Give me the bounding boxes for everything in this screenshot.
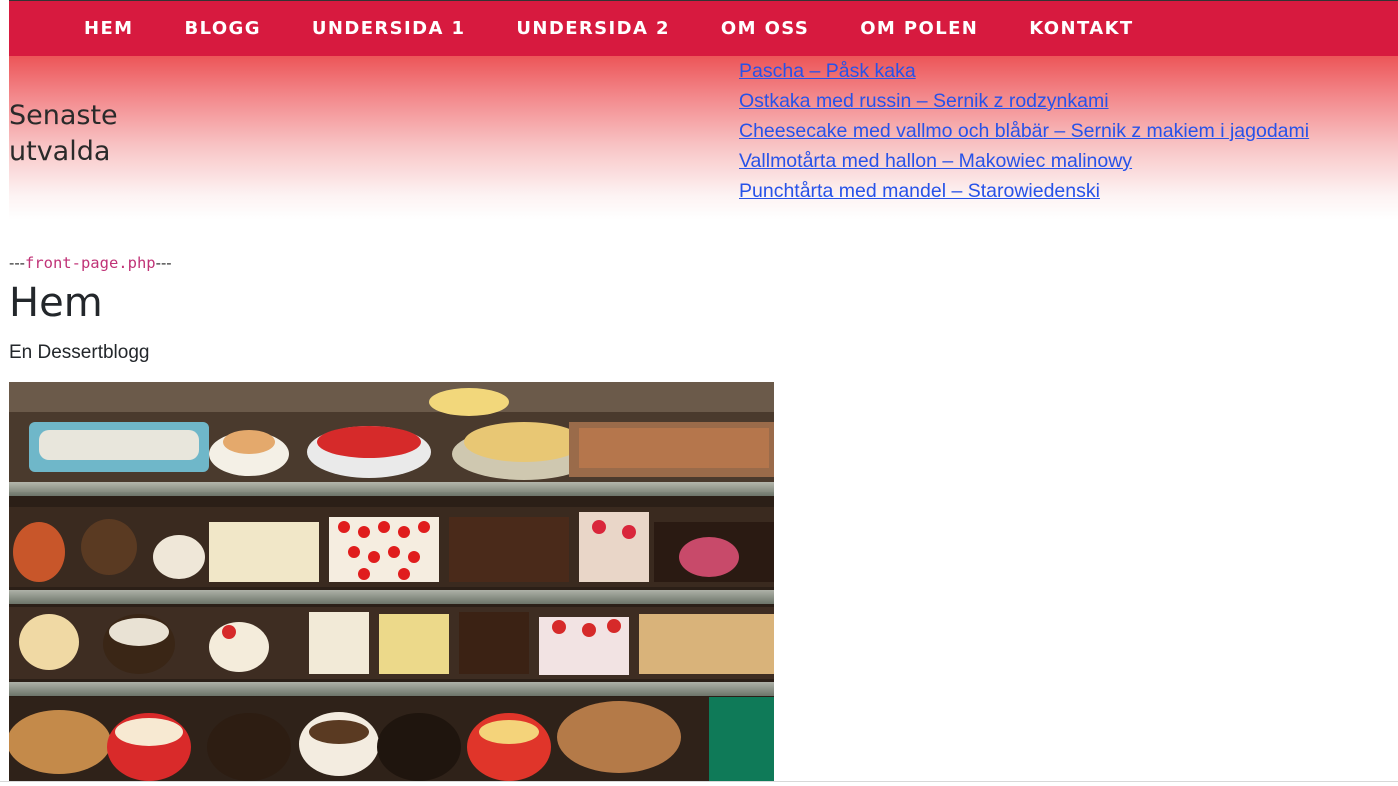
page-left-margin xyxy=(0,0,9,786)
nav-link-blogg[interactable]: BLOGG xyxy=(184,18,260,39)
nav-item-undersida-1: UNDERSIDA 1 xyxy=(312,18,466,39)
page-bottom-divider xyxy=(0,781,1398,782)
template-debug-line: ---front-page.php--- xyxy=(9,254,172,273)
featured-item: Punchtårta med mandel – Starowiedenski xyxy=(739,176,1309,206)
featured-heading: Senaste utvalda xyxy=(9,100,118,167)
nav-item-undersida-2: UNDERSIDA 2 xyxy=(516,18,670,39)
debug-prefix: --- xyxy=(9,255,25,272)
main-navigation: HEM BLOGG UNDERSIDA 1 UNDERSIDA 2 OM OSS… xyxy=(9,1,1398,56)
featured-item: Cheesecake med vallmo och blåbär – Serni… xyxy=(739,116,1309,146)
nav-link-om-oss[interactable]: OM OSS xyxy=(721,18,809,39)
nav-link-hem[interactable]: HEM xyxy=(84,18,133,39)
site-tagline: En Dessertblogg xyxy=(9,342,150,363)
nav-link-kontakt[interactable]: KONTAKT xyxy=(1029,18,1133,39)
nav-item-blogg: BLOGG xyxy=(184,18,260,39)
page-title: Hem xyxy=(9,280,103,326)
featured-list: Pascha – Påsk kaka Ostkaka med russin – … xyxy=(739,56,1309,206)
nav-link-om-polen[interactable]: OM POLEN xyxy=(860,18,978,39)
nav-link-undersida-1[interactable]: UNDERSIDA 1 xyxy=(312,18,466,39)
featured-link-ostkaka[interactable]: Ostkaka med russin – Sernik z rodzynkami xyxy=(739,90,1109,112)
featured-link-pascha[interactable]: Pascha – Påsk kaka xyxy=(739,60,916,82)
featured-item: Ostkaka med russin – Sernik z rodzynkami xyxy=(739,86,1309,116)
featured-link-punchtarta[interactable]: Punchtårta med mandel – Starowiedenski xyxy=(739,180,1100,202)
nav-menu: HEM BLOGG UNDERSIDA 1 UNDERSIDA 2 OM OSS… xyxy=(9,1,1398,56)
nav-item-hem: HEM xyxy=(84,18,133,39)
featured-link-cheesecake[interactable]: Cheesecake med vallmo och blåbär – Serni… xyxy=(739,120,1309,142)
dessert-display-image xyxy=(9,382,774,782)
nav-item-om-polen: OM POLEN xyxy=(860,18,978,39)
featured-item: Pascha – Påsk kaka xyxy=(739,56,1309,86)
featured-item: Vallmotårta med hallon – Makowiec malino… xyxy=(739,146,1309,176)
pastry-case-illustration xyxy=(9,382,774,782)
nav-item-om-oss: OM OSS xyxy=(721,18,809,39)
debug-suffix: --- xyxy=(155,255,172,272)
nav-item-kontakt: KONTAKT xyxy=(1029,18,1133,39)
featured-section: Senaste utvalda Pascha – Påsk kaka Ostka… xyxy=(9,56,1398,220)
nav-link-undersida-2[interactable]: UNDERSIDA 2 xyxy=(516,18,670,39)
featured-link-vallmotarta[interactable]: Vallmotårta med hallon – Makowiec malino… xyxy=(739,150,1132,172)
debug-filename: front-page.php xyxy=(24,254,156,272)
